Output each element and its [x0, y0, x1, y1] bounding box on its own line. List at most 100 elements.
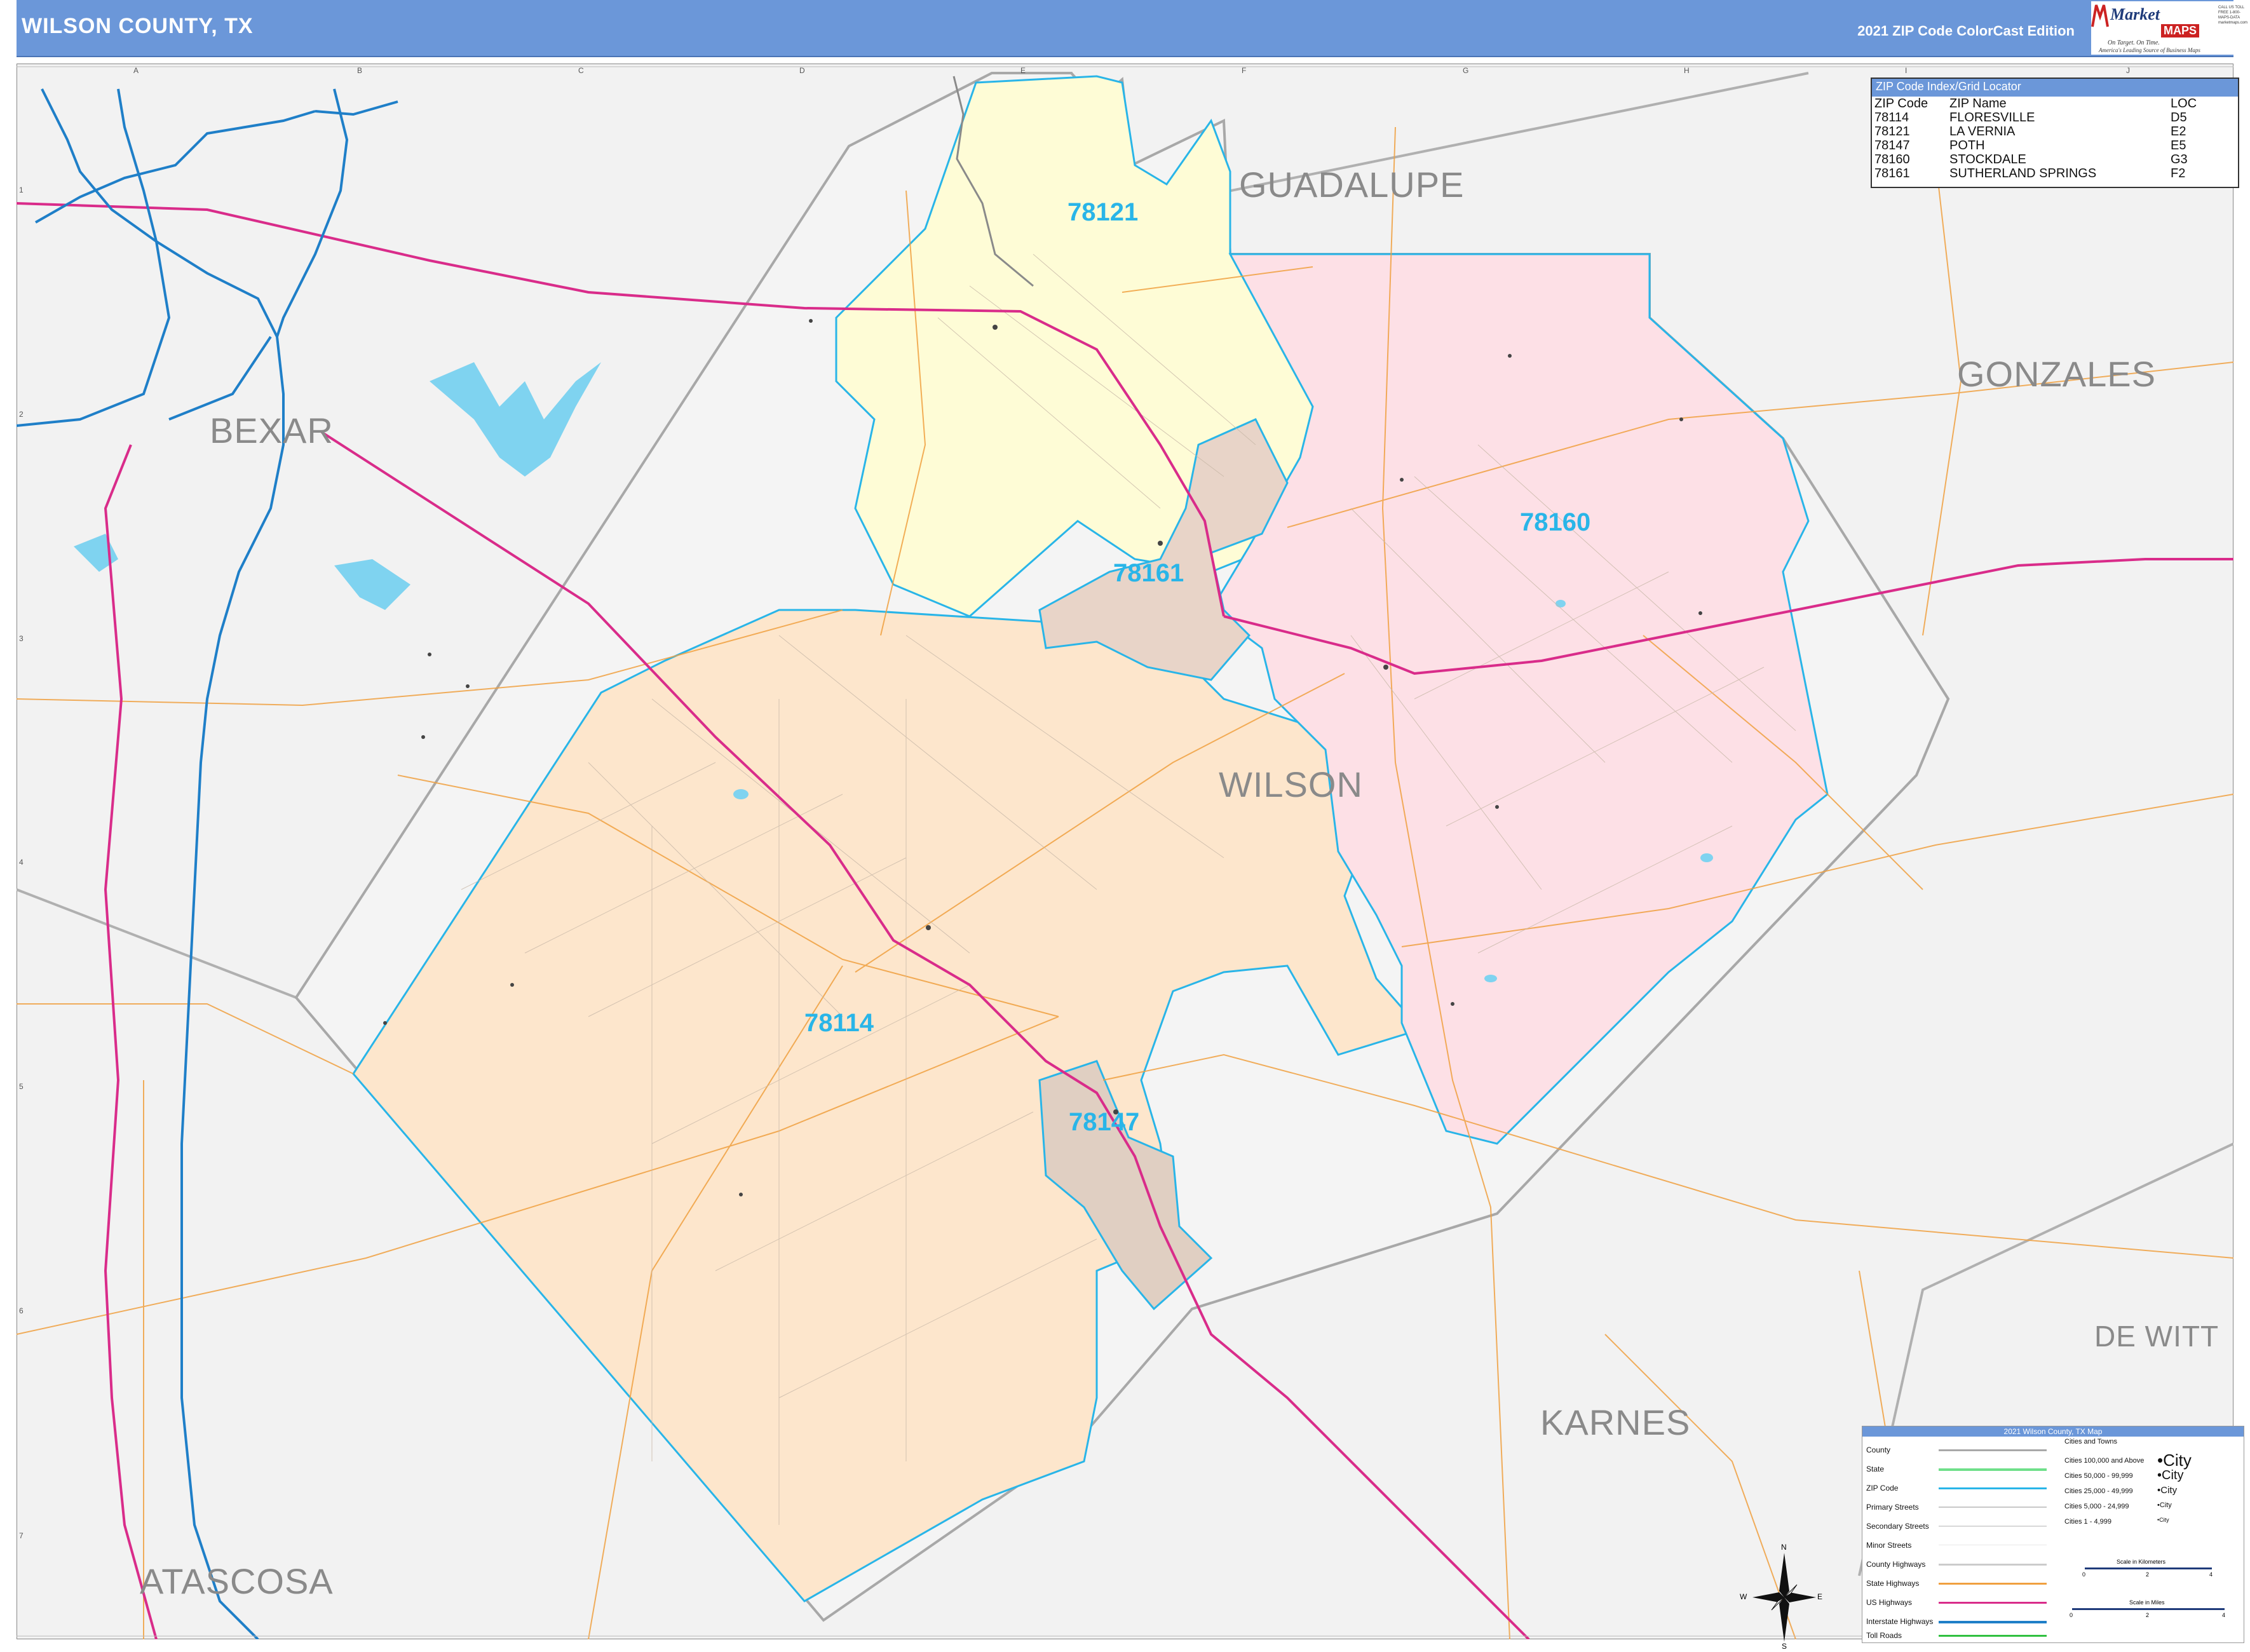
grid-row-3: 3 [19, 634, 24, 643]
zip-index-header-code: ZIP Code [1874, 97, 1928, 111]
county-label-wilson: WILSON [1219, 764, 1363, 804]
legend-swatch-us-hwy [1939, 1602, 2047, 1604]
legend-scale-mi-tick-2: 4 [2222, 1612, 2226, 1618]
table-row[interactable]: 78147 POTH E5 [1872, 139, 2238, 152]
county-label-guadalupe: GUADALUPE [1239, 165, 1465, 205]
zip-name-cell: SUTHERLAND SPRINGS [1949, 166, 2097, 180]
grid-col-a: A [133, 66, 139, 75]
grid-row-7: 7 [19, 1531, 24, 1540]
legend-city-size-1: Cities 100,000 and Above [2064, 1457, 2145, 1465]
legend-item-county: County [1866, 1446, 1891, 1454]
map-canvas[interactable] [17, 64, 2233, 1639]
grid-row-2: 2 [19, 410, 24, 419]
zip-code-cell: 78160 [1874, 152, 1910, 166]
edition-label: 2021 ZIP Code ColorCast Edition [1857, 23, 2075, 39]
legend-item-interstate: Interstate Highways [1866, 1617, 1934, 1626]
map-legend: 2021 Wilson County, TX Map County State … [1862, 1426, 2244, 1643]
legend-scale-km-tick-0: 0 [2082, 1571, 2086, 1578]
zip-index-table: ZIP Code ZIP Name LOC 78114 FLORESVILLE … [1872, 97, 2238, 180]
legend-swatch-county [1939, 1449, 2047, 1451]
zip-label-78114[interactable]: 78114 [804, 1009, 874, 1038]
zip-loc-cell: F2 [2171, 166, 2186, 180]
grid-col-f: F [1242, 66, 1247, 75]
legend-scale-mi-tick-1: 2 [2146, 1612, 2150, 1618]
zip-label-78160[interactable]: 78160 [1520, 508, 1590, 537]
grid-col-c: C [578, 66, 584, 75]
legend-swatch-toll [1939, 1635, 2047, 1637]
zip-code-cell: 78147 [1874, 139, 1910, 152]
legend-scale-mi-tick-0: 0 [2070, 1612, 2073, 1618]
grid-col-d: D [799, 66, 805, 75]
county-label-atascosa: ATASCOSA [140, 1561, 334, 1601]
zip-index-panel: ZIP Code Index/Grid Locator ZIP Code ZIP… [1871, 78, 2239, 188]
legend-item-toll: Toll Roads [1866, 1631, 1902, 1640]
legend-city-sample-1: •City [2157, 1451, 2192, 1470]
legend-city-size-5: Cities 1 - 4,999 [2064, 1518, 2111, 1526]
table-row[interactable]: 78161 SUTHERLAND SPRINGS F2 [1872, 166, 2238, 180]
legend-scale-km-tick-1: 2 [2146, 1571, 2150, 1578]
legend-swatch-zip [1939, 1487, 2047, 1489]
compass-s: S [1782, 1642, 1787, 1651]
zip-code-cell: 78161 [1874, 166, 1910, 180]
legend-item-primary: Primary Streets [1866, 1503, 1919, 1512]
zip-label-78147[interactable]: 78147 [1069, 1108, 1139, 1137]
compass-n: N [1781, 1543, 1787, 1552]
grid-row-4: 4 [19, 858, 24, 867]
title-bar: WILSON COUNTY, TX 2021 ZIP Code ColorCas… [17, 0, 2250, 57]
zip-loc-cell: G3 [2171, 152, 2188, 166]
map-svg [17, 64, 2233, 1639]
legend-city-sample-2: •City [2157, 1468, 2184, 1482]
legend-city-sample-4: •City [2157, 1501, 2172, 1509]
legend-swatch-secondary [1939, 1526, 2047, 1527]
compass-w: W [1740, 1592, 1747, 1601]
zip-label-78121[interactable]: 78121 [1067, 198, 1138, 227]
compass-e: E [1817, 1592, 1823, 1601]
county-label-bexar: BEXAR [210, 410, 334, 450]
legend-swatch-county-hwy [1939, 1564, 2047, 1566]
county-label-gonzales: GONZALES [1957, 354, 2156, 394]
grid-row-6: 6 [19, 1306, 24, 1315]
legend-swatch-state-hwy [1939, 1583, 2047, 1585]
table-row[interactable]: 78121 LA VERNIA E2 [1872, 125, 2238, 139]
legend-scale-km-label: Scale in Kilometers [2117, 1559, 2166, 1565]
grid-col-g: G [1463, 66, 1469, 75]
legend-item-state: State [1866, 1465, 1885, 1473]
market-maps-logo[interactable]: Market MAPS On Target. On Time. America'… [2091, 1, 2250, 55]
legend-cities-heading: Cities and Towns [2064, 1438, 2117, 1446]
county-label-de-witt: DE WITT [2094, 1320, 2220, 1353]
grid-col-e: E [1020, 66, 1026, 75]
zip-name-cell: STOCKDALE [1949, 152, 2026, 166]
legend-title: 2021 Wilson County, TX Map [1862, 1426, 2244, 1437]
legend-city-size-3: Cities 25,000 - 49,999 [2064, 1487, 2133, 1495]
table-row[interactable]: 78160 STOCKDALE G3 [1872, 152, 2238, 166]
legend-item-secondary: Secondary Streets [1866, 1522, 1929, 1531]
zip-code-cell: 78114 [1874, 111, 1909, 125]
legend-city-size-2: Cities 50,000 - 99,999 [2064, 1472, 2133, 1480]
zip-label-78161[interactable]: 78161 [1113, 559, 1184, 588]
grid-row-5: 5 [19, 1082, 24, 1091]
legend-city-size-4: Cities 5,000 - 24,999 [2064, 1503, 2129, 1510]
zip-name-cell: FLORESVILLE [1949, 111, 2035, 125]
legend-scale-km-bar [2085, 1567, 2212, 1569]
legend-scale-mi-label: Scale in Miles [2129, 1599, 2165, 1606]
legend-item-minor: Minor Streets [1866, 1541, 1912, 1550]
zip-name-cell: LA VERNIA [1949, 125, 2016, 139]
zip-name-cell: POTH [1949, 139, 1985, 152]
logo-contact: CALL US TOLL FREE 1-800-MAPS-DATA market… [2218, 6, 2248, 25]
logo-wordmark: Market [2110, 5, 2160, 24]
zip-index-header-row: ZIP Code ZIP Name LOC [1872, 97, 2238, 111]
table-row[interactable]: 78114 FLORESVILLE D5 [1872, 111, 2238, 125]
grid-col-h: H [1684, 66, 1690, 75]
zip-index-header-name: ZIP Name [1949, 97, 2007, 111]
county-label-karnes: KARNES [1540, 1402, 1691, 1442]
legend-item-state-hwy: State Highways [1866, 1579, 1920, 1588]
zip-loc-cell: E5 [2171, 139, 2186, 152]
logo-subtagline: America's Leading Source of Business Map… [2099, 47, 2200, 53]
compass-rose: N S E W [1740, 1543, 1823, 1651]
zip-loc-cell: E2 [2171, 125, 2186, 139]
logo-tagline: On Target. On Time. [2108, 39, 2160, 46]
legend-item-us-hwy: US Highways [1866, 1598, 1913, 1607]
legend-swatch-primary [1939, 1506, 2047, 1508]
grid-col-b: B [357, 66, 363, 75]
logo-maps-badge: MAPS [2161, 24, 2200, 37]
